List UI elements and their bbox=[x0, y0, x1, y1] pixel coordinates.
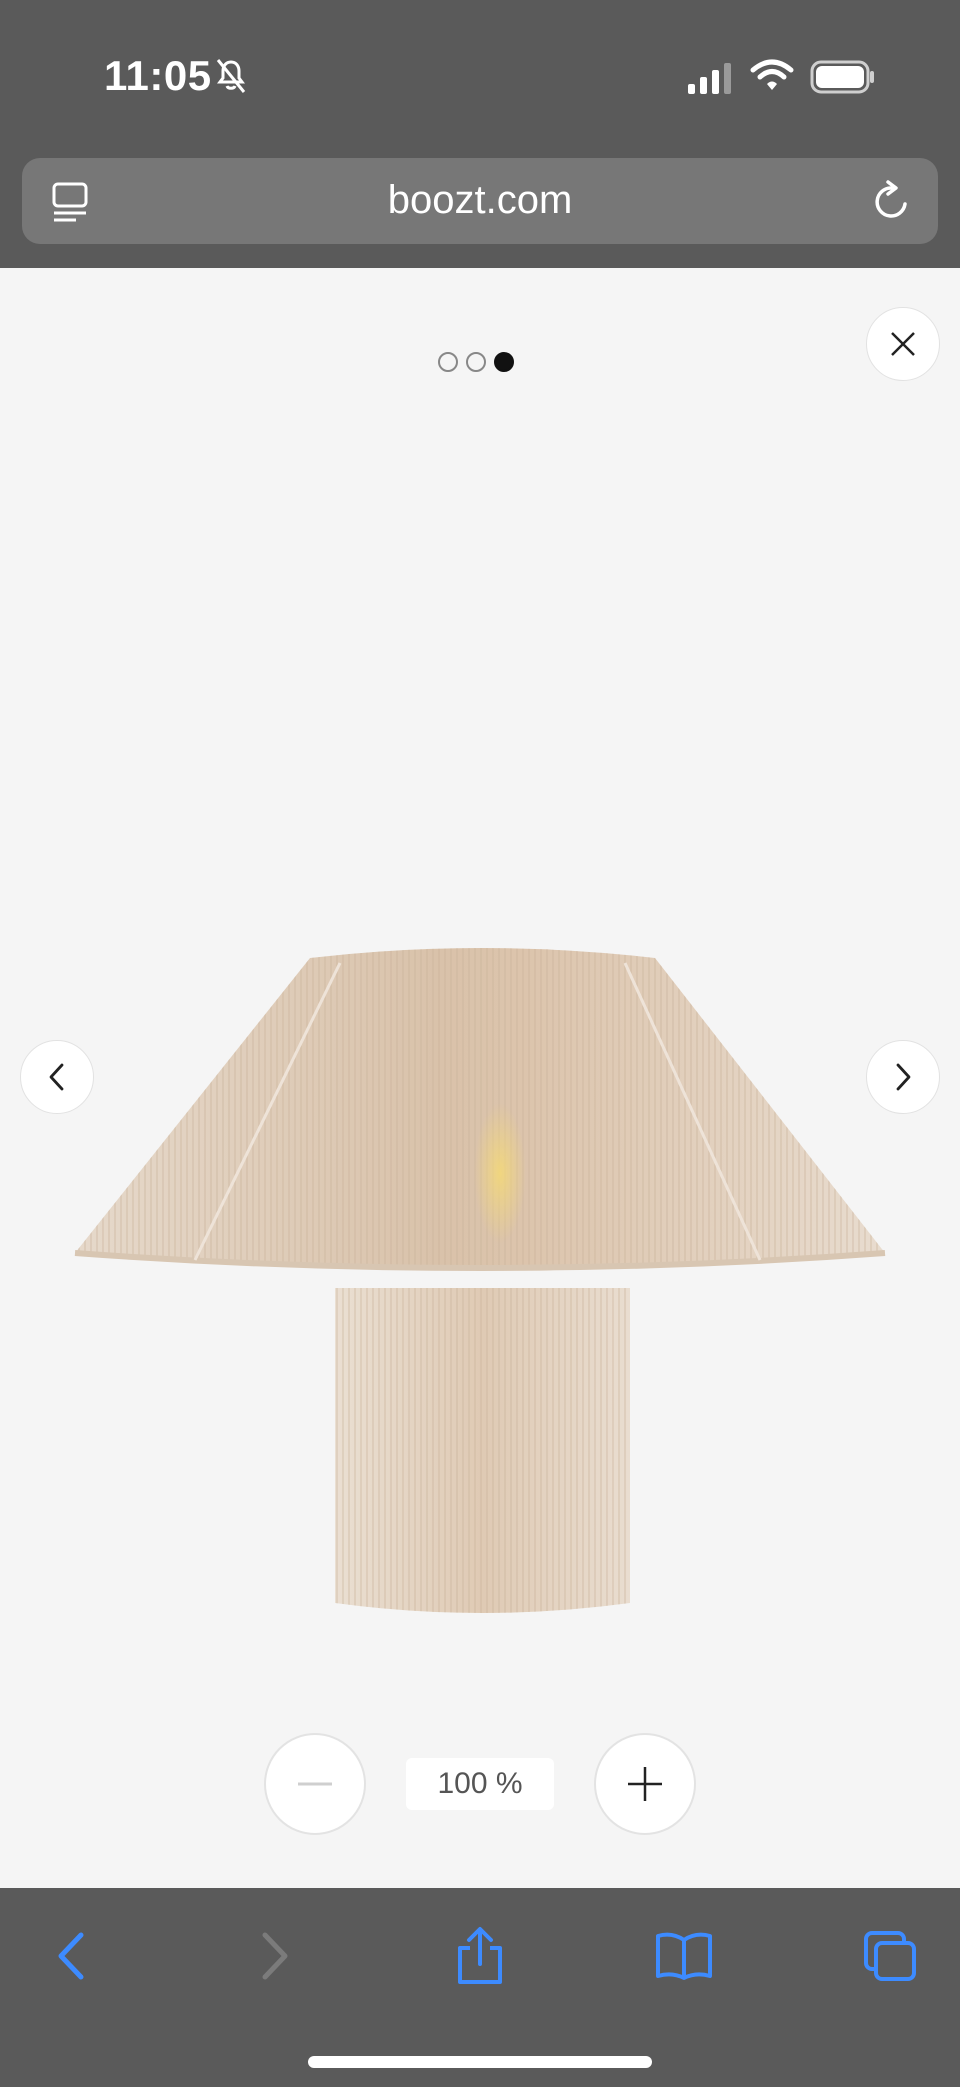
chevron-left-icon bbox=[49, 1063, 64, 1091]
pagination-dots bbox=[438, 352, 514, 372]
tabs-overview-button[interactable] bbox=[858, 1924, 922, 1988]
zoom-in-button[interactable] bbox=[594, 1733, 696, 1835]
minus-icon bbox=[298, 1782, 332, 1786]
tabs-overview-icon bbox=[864, 1931, 916, 1981]
wifi-icon bbox=[750, 59, 794, 90]
back-button[interactable] bbox=[38, 1924, 102, 1988]
home-indicator bbox=[308, 2056, 652, 2068]
url-text[interactable]: boozt.com bbox=[22, 178, 938, 223]
back-icon bbox=[58, 1932, 84, 1980]
close-icon bbox=[891, 332, 915, 356]
forward-button[interactable] bbox=[244, 1924, 308, 1988]
bookmarks-icon bbox=[656, 1932, 712, 1980]
browser-toolbar bbox=[0, 1888, 960, 2087]
reload-icon[interactable] bbox=[870, 178, 914, 224]
share-button[interactable] bbox=[448, 1924, 512, 1988]
pagination-dot[interactable] bbox=[466, 352, 486, 372]
zoom-out-button[interactable] bbox=[264, 1733, 366, 1835]
product-image[interactable] bbox=[70, 868, 890, 1628]
pagination-dot[interactable] bbox=[438, 352, 458, 372]
close-button[interactable] bbox=[866, 307, 940, 381]
status-time: 11:05 bbox=[104, 52, 212, 99]
forward-icon bbox=[262, 1932, 288, 1980]
cellular-signal-icon bbox=[688, 63, 731, 94]
battery-icon bbox=[810, 60, 874, 94]
zoom-level-display: 100 % bbox=[406, 1758, 554, 1810]
pagination-dot-active[interactable] bbox=[494, 352, 514, 372]
image-viewer: 100 % bbox=[0, 268, 960, 1888]
share-icon bbox=[458, 1927, 502, 1984]
browser-top-chrome: 11:05 boozt.com bbox=[0, 0, 960, 268]
bookmarks-button[interactable] bbox=[652, 1924, 716, 1988]
plus-icon bbox=[628, 1767, 662, 1801]
bell-slash-icon bbox=[216, 59, 246, 93]
address-bar[interactable]: boozt.com bbox=[22, 158, 938, 244]
chevron-right-icon bbox=[896, 1063, 911, 1091]
